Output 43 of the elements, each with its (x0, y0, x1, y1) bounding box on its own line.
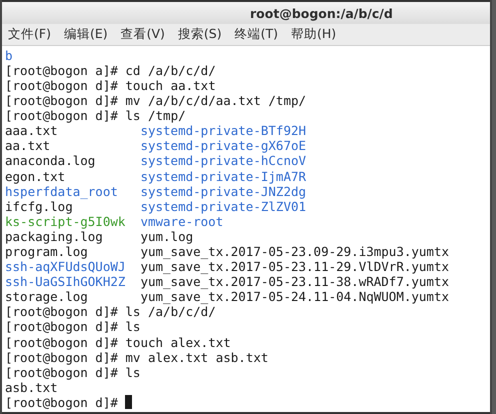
file-name: anaconda.log (5, 153, 96, 168)
file-name: ks-script-g5I0wk (5, 214, 126, 229)
file-name: systemd-private-JNZ2dg (140, 184, 306, 199)
file-name: egon.txt (5, 168, 66, 184)
window-title: root@bogon:/a/b/c/d (250, 6, 393, 21)
file-name: yum_save_tx.2017-05-23.09-29.i3mpu3.yumtx (140, 244, 450, 260)
output-line: asb.txt (5, 380, 58, 395)
output-line: b (5, 48, 13, 63)
command-line: [root@bogon d]# ls (5, 319, 140, 335)
file-name: ssh-UaGSIhGOKH2Z (5, 274, 126, 290)
command-line: [root@bogon a]# cd /a/b/c/d/ (5, 62, 216, 78)
command-line: [root@bogon d]# ls /a/b/c/d/ (5, 304, 216, 320)
file-name: yum_save_tx.2017-05-24.11-04.NqWUOM.yumtx (140, 289, 450, 304)
menu-item[interactable]: 帮助(H) (291, 24, 336, 44)
command-line: [root@bogon d]# ls (5, 364, 140, 380)
file-name: hsperfdata_root (5, 184, 119, 199)
menu-item[interactable]: 编辑(E) (64, 24, 108, 44)
file-name: aaa.txt (5, 123, 59, 138)
file-name: yum.log (140, 228, 194, 244)
command-line: [root@bogon d]# touch aa.txt (5, 78, 216, 94)
menu-item[interactable]: 终端(T) (234, 24, 278, 44)
command-line: [root@bogon d]# ls /tmp/ (5, 108, 186, 124)
menu-item[interactable]: 查看(V) (120, 24, 165, 44)
file-name: systemd-private-hCcnoV (140, 153, 306, 168)
menu-item[interactable]: 搜索(S) (178, 24, 222, 44)
menu-item[interactable]: 文件(F) (8, 24, 51, 44)
file-name: ifcfg.log (5, 198, 73, 214)
file-name: vmware-root (140, 214, 224, 229)
file-name: systemd-private-IjmA7R (140, 168, 306, 184)
command-line: [root@bogon d]# (5, 394, 118, 410)
command-line: [root@bogon d]# touch alex.txt (5, 334, 231, 350)
file-name: yum_save_tx.2017-05-23.11-29.VlDVrR.yumtx (140, 259, 450, 274)
file-name: systemd-private-ZlZV01 (140, 198, 306, 214)
file-name: yum_save_tx.2017-05-23.11-38.wRADf7.yumtx (140, 274, 450, 290)
file-name: ssh-aqXFUdsQUoWJ (5, 259, 126, 274)
file-name: systemd-private-BTf92H (140, 123, 306, 138)
file-name: packaging.log (5, 228, 103, 244)
file-name: aa.txt (5, 138, 52, 154)
file-name: program.log (5, 244, 88, 260)
command-line: [root@bogon d]# mv /a/b/c/d/aa.txt /tmp/ (5, 93, 306, 108)
file-name: systemd-private-gX67oE (140, 138, 306, 154)
file-name: storage.log (5, 289, 89, 304)
command-line: [root@bogon d]# mv alex.txt asb.txt (5, 350, 268, 365)
